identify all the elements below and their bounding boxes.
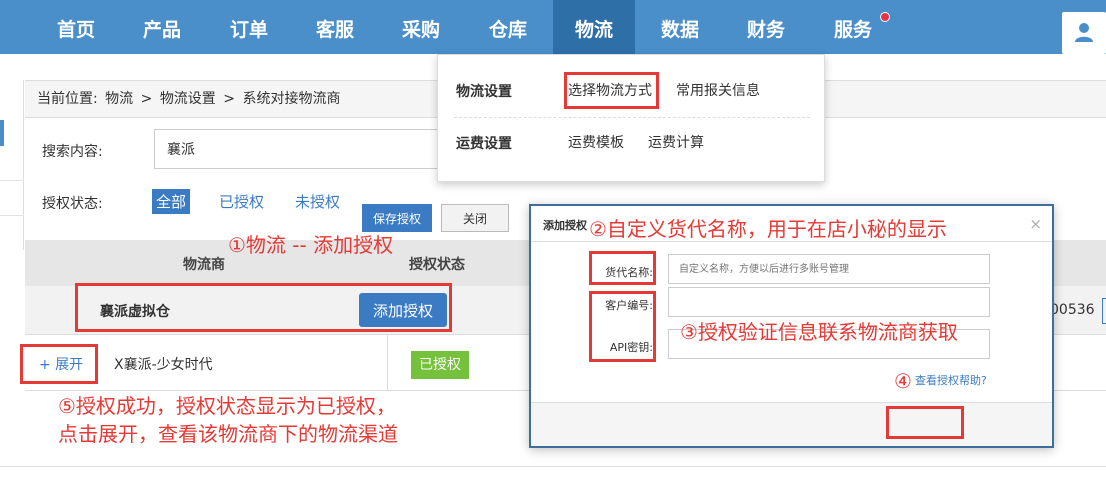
filter-authorized[interactable]: 已授权 <box>219 191 264 212</box>
dialog-title: 添加授权 <box>543 219 587 232</box>
sidebar-divider <box>0 180 24 181</box>
breadcrumb-logistics-settings[interactable]: 物流设置 <box>160 91 216 107</box>
dialog-footer <box>531 402 1052 446</box>
annotation-box <box>564 72 659 109</box>
left-sidebar-edge <box>0 80 24 250</box>
column-header-auth-status: 授权状态 <box>409 257 465 273</box>
filter-label: 授权状态: <box>42 196 103 212</box>
dropdown-divider <box>454 117 810 118</box>
user-menu-button[interactable] <box>1062 12 1106 54</box>
annotation-box <box>20 344 98 384</box>
breadcrumb-logistics[interactable]: 物流 <box>105 91 133 107</box>
notification-dot <box>880 12 890 22</box>
nav-item-products[interactable]: 产品 <box>134 0 190 54</box>
nav-item-purchasing[interactable]: 采购 <box>393 0 449 54</box>
breadcrumb-current: 系统对接物流商 <box>242 91 341 107</box>
annotation-box <box>589 291 656 362</box>
divider <box>0 466 1106 467</box>
partial-button-edge[interactable] <box>1102 298 1106 324</box>
sidebar-active-mark <box>0 120 4 146</box>
dropdown-section-title: 物流设置 <box>456 84 512 100</box>
search-input[interactable] <box>154 129 454 169</box>
annotation-box <box>75 283 452 332</box>
customer-id-input[interactable] <box>668 287 990 317</box>
annotation-box <box>886 406 964 439</box>
forwarder-name-input[interactable] <box>668 254 990 284</box>
annotation-step-4: ④ <box>894 369 912 393</box>
top-nav: 首页 产品 订单 客服 采购 仓库 物流 数据 财务 服务 <box>0 0 1106 54</box>
nav-item-data[interactable]: 数据 <box>652 0 708 54</box>
carrier-group-code: 00536 <box>1050 302 1095 318</box>
annotation-step-1: ①物流 -- 添加授权 <box>228 233 394 257</box>
annotation-box <box>589 251 656 285</box>
carrier-name: X襄派-少女时代 <box>114 357 213 373</box>
close-icon[interactable]: × <box>1029 215 1042 233</box>
nav-item-home[interactable]: 首页 <box>48 0 104 54</box>
sidebar-divider <box>0 215 24 216</box>
column-divider <box>387 335 388 391</box>
menu-item-freight-calculation[interactable]: 运费计算 <box>648 132 704 152</box>
nav-item-orders[interactable]: 订单 <box>221 0 277 54</box>
user-icon <box>1075 23 1093 42</box>
breadcrumb-prefix: 当前位置: <box>37 91 98 107</box>
filter-unauthorized[interactable]: 未授权 <box>295 191 340 212</box>
annotation-step-3: ③授权验证信息联系物流商获取 <box>680 320 958 344</box>
close-dialog-button[interactable]: 关闭 <box>441 204 509 232</box>
nav-item-service[interactable]: 客服 <box>307 0 363 54</box>
annotation-step-5: ⑤授权成功，授权状态显示为已授权， <box>58 394 396 418</box>
menu-item-customs-info[interactable]: 常用报关信息 <box>676 80 760 100</box>
nav-item-services[interactable]: 服务 <box>825 0 881 54</box>
annotation-step-2: ②自定义货代名称，用于在店小秘的显示 <box>589 217 947 241</box>
breadcrumb-separator: > <box>140 91 153 107</box>
annotation-step-5-continued: 点击展开，查看该物流商下的物流渠道 <box>58 422 398 446</box>
filter-all[interactable]: 全部 <box>152 189 191 214</box>
column-header-carrier: 物流商 <box>183 257 225 273</box>
authorization-help-link[interactable]: 查看授权帮助? <box>915 372 987 388</box>
nav-item-logistics[interactable]: 物流 <box>553 0 635 54</box>
nav-item-warehouse[interactable]: 仓库 <box>480 0 536 54</box>
save-authorization-button[interactable]: 保存授权 <box>362 204 432 232</box>
breadcrumb-separator: > <box>223 91 235 107</box>
menu-item-freight-template[interactable]: 运费模板 <box>568 132 624 152</box>
search-label: 搜索内容: <box>42 144 103 160</box>
status-badge: 已授权 <box>411 351 469 379</box>
dropdown-section-title: 运费设置 <box>456 136 512 152</box>
nav-item-finance[interactable]: 财务 <box>738 0 794 54</box>
